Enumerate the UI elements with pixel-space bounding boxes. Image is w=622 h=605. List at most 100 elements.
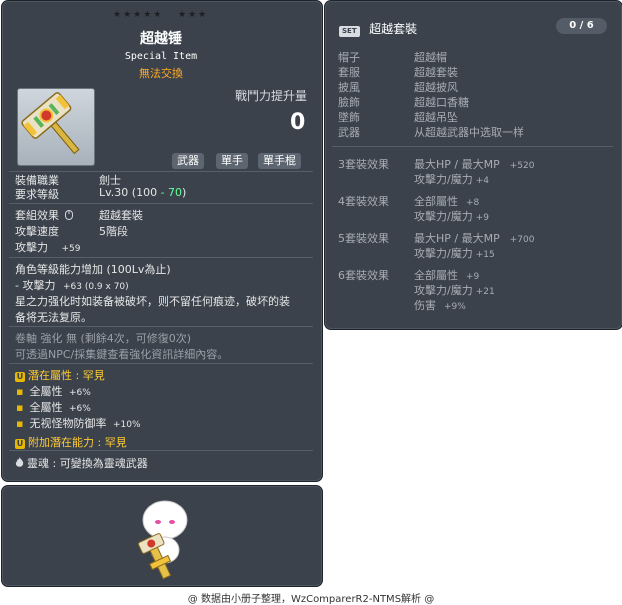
level-up-attack: - 攻擊力 +63 (0.9 x 70) — [15, 277, 129, 293]
bonus-potential-label: 附加潛在能力 — [28, 436, 94, 449]
scroll-hint: 可透過NPC/採集鍵查看強化資訊詳細內容。 — [15, 348, 229, 361]
potential-rare-icon: U — [15, 372, 25, 382]
set-effect-text: 最大HP / 最大MP — [414, 158, 500, 171]
set-effect-label-text: 套組效果 — [15, 209, 59, 222]
potential-line-value: +6% — [68, 404, 91, 414]
bullet-icon: ▪ — [16, 385, 24, 398]
star-force-stars: ★★★★★ — [113, 10, 164, 20]
set-effect-line: 攻擊力/魔力 +21 — [414, 282, 495, 298]
combat-power-label: 戰鬥力提升量 — [235, 89, 308, 103]
scroll-info: 卷軸 強化 無 (剩餘4次，可修復0次) — [15, 332, 192, 345]
set-effect-tier: 4套裝效果 — [338, 195, 389, 208]
set-effect-line: 最大HP / 最大MP +520 — [414, 156, 534, 172]
soul-sep: : — [49, 457, 60, 470]
level-base: Lv.30 (100 — [99, 186, 161, 199]
soul-text: 可變換為靈魂武器 — [59, 457, 148, 470]
set-effect-label: 套組效果 — [15, 207, 73, 223]
set-effect-value: +8 — [466, 198, 480, 208]
set-effect-value: 超越套裝 — [99, 209, 143, 222]
set-piece-name: 超越口香糖 — [414, 96, 469, 109]
potential-line-value: +6% — [68, 388, 91, 398]
item-subtitle: Special Item — [124, 51, 198, 62]
potential-line-text: 无视怪物防御率 — [29, 417, 107, 430]
set-effect-value: +21 — [475, 287, 495, 297]
bullet-icon: ▪ — [16, 417, 24, 430]
character-avatar — [137, 500, 188, 580]
set-header: SET 超越套裝 — [339, 20, 417, 37]
bonus-potential-rare-icon: U — [15, 439, 25, 449]
hammer-icon — [21, 92, 80, 155]
set-badge-icon: SET — [339, 26, 360, 37]
set-effect-value: +700 — [509, 235, 535, 245]
set-count-badge: 0 / 6 — [556, 18, 607, 34]
divider — [9, 363, 313, 364]
tradability-label: 無法交換 — [139, 67, 183, 80]
level-label: 要求等級 — [15, 188, 59, 201]
divider — [9, 203, 313, 204]
level-suffix: ) — [182, 186, 187, 199]
set-effect-text: 攻擊力/魔力 — [414, 210, 473, 223]
potential-line-value: +10% — [112, 420, 141, 430]
potential-label: 潛在屬性 — [28, 369, 72, 382]
set-piece-slot: 臉飾 — [338, 96, 360, 109]
set-piece-slot: 套服 — [338, 66, 360, 79]
set-effect-value: +520 — [509, 161, 535, 171]
set-effect-tier: 5套裝效果 — [338, 232, 389, 245]
divider — [9, 326, 313, 327]
star-force-warning-2: 备将无法复原。 — [15, 311, 92, 324]
set-piece-name: 超越套裝 — [414, 66, 458, 79]
set-effect-text: 全部屬性 — [414, 269, 458, 282]
footer-credit: @ 数据由小册子整理，WzComparerR2-NTMS解析 @ — [187, 594, 435, 605]
set-piece-slot: 披風 — [338, 81, 360, 94]
attack-value: +59 — [61, 244, 81, 254]
set-effect-line: 攻擊力/魔力 +4 — [414, 171, 489, 187]
item-name: 超越锤 — [140, 31, 182, 47]
bonus-potential-grade: 罕見 — [104, 436, 127, 449]
soul-row: 靈魂 : 可變換為靈魂武器 — [15, 455, 148, 471]
level-bonus: - 70 — [160, 186, 183, 199]
set-effect-text: 最大HP / 最大MP — [414, 232, 500, 245]
set-effect-line: 全部屬性 +8 — [414, 193, 479, 209]
set-effect-value: +9 — [475, 213, 489, 223]
set-effect-value: +15 — [475, 250, 495, 260]
set-effect-tier: 3套裝效果 — [338, 158, 389, 171]
soul-label: 靈魂 — [27, 457, 49, 470]
divider — [9, 257, 313, 258]
set-effect-line: 最大HP / 最大MP +700 — [414, 230, 534, 246]
set-effect-text: 攻擊力/魔力 — [414, 173, 473, 186]
potential-line: ▪ 全屬性 +6% — [16, 399, 91, 415]
level-up-note: 角色等級能力增加 (100Lv為止) — [15, 263, 171, 276]
potential-sep: : — [72, 369, 83, 382]
set-effect-text: 伤害 — [414, 299, 436, 312]
set-effect-line: 全部屬性 +9 — [414, 267, 479, 283]
bullet-icon: ▪ — [16, 401, 24, 414]
potential-line: ▪ 无视怪物防御率 +10% — [16, 415, 141, 431]
tag-one-handed: 單手 — [216, 153, 248, 169]
set-effect-text: 攻擊力/魔力 — [414, 247, 473, 260]
bonus-potential-sep: : — [94, 436, 105, 449]
potential-line-text: 全屬性 — [29, 385, 63, 398]
mouse-icon — [64, 210, 73, 220]
set-piece-name: 超越披风 — [414, 81, 458, 94]
set-effect-text: 攻擊力/魔力 — [414, 284, 473, 297]
tag-one-handed-blunt: 單手棍 — [258, 153, 301, 169]
star-force-warning: 星之力强化时如装备被破坏，则不留任何痕迹，破坏的装 — [15, 295, 290, 308]
divider — [332, 146, 613, 147]
attack-speed-label: 攻擊速度 — [15, 225, 59, 238]
set-piece-slot: 墜飾 — [338, 111, 360, 124]
set-effect-value: +9 — [466, 272, 480, 282]
attack-row: 攻擊力 +59 — [15, 239, 81, 255]
set-piece-name: 超越帽 — [414, 51, 447, 64]
potential-line-text: 全屬性 — [29, 401, 63, 414]
potential-line: ▪ 全屬性 +6% — [16, 383, 91, 399]
level-up-attack-value: +63 (0.9 x 70) — [62, 282, 129, 292]
set-effect-value: +4 — [475, 176, 489, 186]
divider — [9, 450, 313, 451]
set-piece-name: 超越吊坠 — [414, 111, 458, 124]
attack-label: 攻擊力 — [15, 241, 48, 254]
set-effect-value: +9% — [444, 302, 466, 312]
set-piece-name: 从超越武器中选取一样 — [414, 126, 524, 139]
set-title: 超越套裝 — [369, 22, 418, 36]
flame-icon — [15, 457, 24, 467]
attack-speed-value: 5階段 — [99, 225, 128, 238]
